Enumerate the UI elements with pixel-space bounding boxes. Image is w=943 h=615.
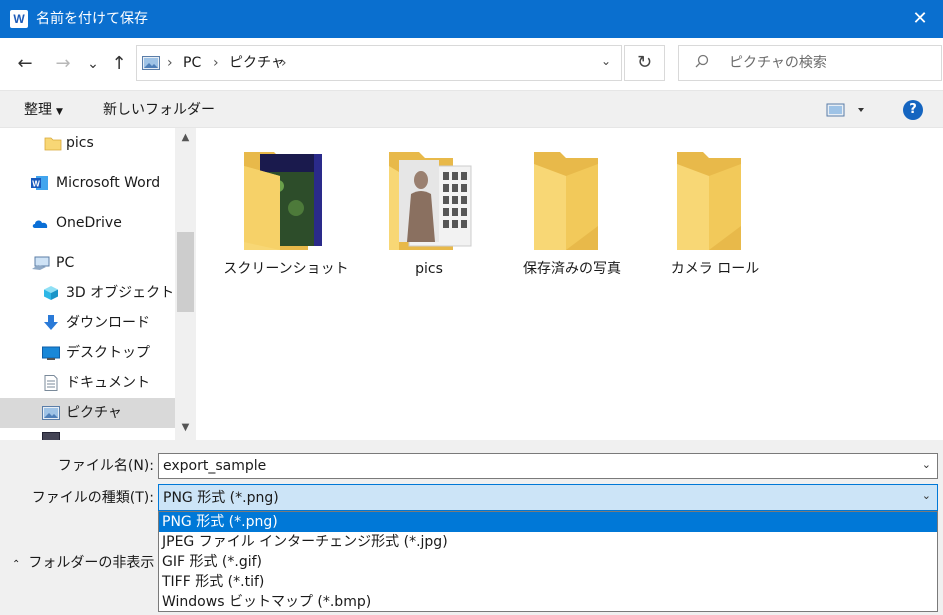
hide-folders-button[interactable]: ⌃ フォルダーの非表示 [12, 554, 154, 574]
folder-tile-camera-roll[interactable]: カメラ ロール [645, 146, 785, 286]
filetype-option-tif[interactable]: TIFF 形式 (*.tif) [159, 572, 937, 592]
new-folder-button[interactable]: 新しいフォルダー [103, 101, 215, 119]
cloud-icon [32, 220, 48, 228]
desktop-icon [42, 346, 60, 360]
folder-label: 保存済みの写真 [523, 261, 621, 277]
change-view-button[interactable] [826, 102, 866, 122]
sidebar-item-label: デスクトップ [66, 345, 150, 361]
breadcrumb-separator[interactable]: › [281, 54, 287, 72]
folder-icon [677, 152, 741, 250]
hide-folders-label: フォルダーの非表示 [28, 555, 155, 571]
sidebar-scrollbar[interactable]: ▲ ▼ [175, 128, 196, 440]
sidebar-item-partial [0, 430, 175, 440]
organize-button[interactable]: 整理 ▼ [24, 101, 63, 121]
pictures-icon [42, 406, 60, 420]
recent-locations-button[interactable]: ⌄ [84, 50, 102, 78]
sidebar-item-label: ダウンロード [66, 315, 150, 331]
breadcrumb-separator: › [167, 55, 173, 71]
search-box[interactable]: ピクチャの検索 [678, 45, 942, 81]
word-app-icon: W [10, 10, 28, 28]
navigation-bar: ← → ⌄ ↑ › PC › ピクチャ › ⌄ ↻ ピクチャの検索 [0, 38, 943, 90]
sidebar-item-downloads[interactable]: ダウンロード [0, 308, 175, 338]
sidebar-item-label: pics [66, 135, 94, 151]
sidebar-item-onedrive[interactable]: OneDrive [0, 208, 175, 238]
filename-value[interactable]: export_sample [163, 457, 266, 475]
filetype-select[interactable]: PNG 形式 (*.png) ⌄ [158, 484, 938, 511]
command-bar: 整理 ▼ 新しいフォルダー ? [0, 90, 943, 128]
folder-icon [244, 152, 322, 250]
folder-label: pics [415, 261, 443, 277]
filename-field[interactable]: export_sample ⌄ [158, 453, 938, 479]
window-title: 名前を付けて保存 [36, 11, 148, 27]
scroll-down-arrow[interactable]: ▼ [175, 418, 196, 438]
breadcrumb-separator[interactable]: › [213, 54, 219, 72]
sidebar-item-3d-objects[interactable]: 3D オブジェクト [0, 278, 175, 308]
sidebar-item-label: 3D オブジェクト [66, 285, 175, 301]
sidebar-item-label: ピクチャ [66, 405, 122, 421]
pictures-icon [142, 56, 160, 70]
breadcrumb-pictures[interactable]: ピクチャ [229, 54, 285, 72]
chevron-down-icon[interactable]: ⌄ [922, 489, 931, 502]
breadcrumb-pc[interactable]: PC [183, 54, 201, 72]
title-bar: W 名前を付けて保存 ✕ [0, 0, 943, 38]
organize-label: 整理 [24, 102, 52, 118]
sidebar-item-desktop[interactable]: デスクトップ [0, 338, 175, 368]
sidebar-item-pc[interactable]: PC [0, 248, 175, 278]
folder-tile-saved-pictures[interactable]: 保存済みの写真 [502, 146, 642, 286]
scroll-thumb[interactable] [177, 232, 194, 312]
filetype-option-bmp[interactable]: Windows ビットマップ (*.bmp) [159, 592, 937, 612]
folder-icon [534, 152, 598, 250]
pc-icon [32, 256, 50, 270]
folder-label: スクリーンショット [223, 261, 349, 277]
view-icon [826, 103, 864, 117]
filename-label: ファイル名(N): [57, 458, 154, 474]
chevron-down-icon[interactable]: ⌄ [922, 458, 931, 471]
filetype-option-jpg[interactable]: JPEG ファイル インターチェンジ形式 (*.jpg) [159, 532, 937, 552]
sidebar-item-label: Microsoft Word [56, 175, 161, 191]
filetype-dropdown-list: PNG 形式 (*.png) JPEG ファイル インターチェンジ形式 (*.j… [158, 511, 938, 612]
filetype-label: ファイルの種類(T): [31, 490, 154, 506]
sidebar-item-microsoft-word[interactable]: W Microsoft Word [0, 168, 175, 198]
sidebar-item-pics[interactable]: pics [0, 128, 175, 158]
folder-label: カメラ ロール [670, 261, 760, 277]
svg-text:W: W [32, 180, 40, 189]
word-icon: W [31, 176, 48, 190]
sidebar-item-label: ドキュメント [66, 375, 150, 391]
filetype-option-gif[interactable]: GIF 形式 (*.gif) [159, 552, 937, 572]
folder-tile-screenshots[interactable]: スクリーンショット [216, 146, 356, 286]
close-button[interactable]: ✕ [897, 0, 943, 38]
sidebar-item-pictures[interactable]: ピクチャ [0, 398, 175, 428]
navigation-pane: pics W Microsoft Word OneDrive PC 3D オブジ… [0, 128, 196, 440]
forward-button[interactable]: → [50, 50, 76, 78]
sidebar-item-documents[interactable]: ドキュメント [0, 368, 175, 398]
cube-icon [44, 286, 58, 300]
search-placeholder[interactable]: ピクチャの検索 [729, 54, 827, 72]
chevron-up-icon: ⌃ [12, 559, 21, 570]
folder-tile-pics[interactable]: pics [359, 146, 499, 286]
scroll-up-arrow[interactable]: ▲ [175, 128, 196, 148]
sidebar-item-label: PC [56, 255, 75, 271]
up-button[interactable]: ↑ [106, 50, 132, 78]
address-bar[interactable]: › PC › ピクチャ › ⌄ [136, 45, 622, 81]
download-icon [44, 315, 58, 330]
filetype-value: PNG 形式 (*.png) [163, 490, 279, 506]
sidebar-item-label: OneDrive [56, 215, 122, 231]
help-button[interactable]: ? [903, 100, 923, 120]
folder-icon [44, 137, 62, 151]
folder-icon [389, 152, 472, 250]
file-list: スクリーンショット pics 保存済みの写真 カメラ ロール [196, 128, 943, 440]
filetype-option-png[interactable]: PNG 形式 (*.png) [159, 512, 937, 532]
address-dropdown-icon[interactable]: ⌄ [601, 54, 611, 68]
document-icon [44, 375, 58, 391]
chevron-down-icon: ▼ [56, 107, 63, 117]
search-icon [695, 54, 709, 74]
refresh-button[interactable]: ↻ [624, 45, 665, 81]
back-button[interactable]: ← [12, 50, 38, 78]
video-icon [42, 432, 60, 440]
